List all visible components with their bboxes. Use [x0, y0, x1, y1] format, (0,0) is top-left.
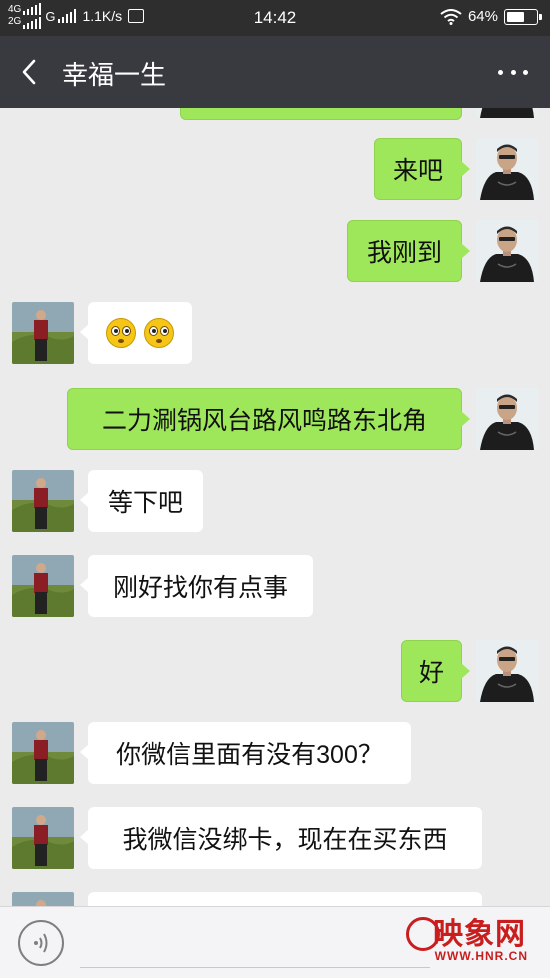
message-input[interactable]	[80, 967, 430, 968]
dizzy-emoji-icon	[106, 318, 136, 348]
message-text: 二力涮锅风台路风鸣路东北角	[101, 407, 427, 435]
avatar-other[interactable]	[12, 470, 74, 532]
watermark: 映象网 WWW.HNR.CN	[406, 909, 536, 975]
message-bubble[interactable]: 我微信没绑卡，现在在买东西	[80, 807, 482, 869]
message-bubble[interactable]: 二力涮锅风台路风鸣路东北角	[67, 388, 470, 450]
message-bubble[interactable]	[80, 302, 192, 364]
message-bubble[interactable]: 等下吧	[80, 470, 203, 532]
avatar-other[interactable]	[12, 302, 74, 364]
battery-icon	[504, 8, 542, 25]
message-bubble[interactable]: 好	[401, 640, 470, 702]
message-text: 你微信里面有没有300？	[116, 741, 383, 769]
status-bar: 4G 2G G 1.1K/s 14:42 64%	[0, 0, 550, 36]
message-text: 来吧	[392, 157, 443, 185]
avatar-self[interactable]	[476, 220, 538, 282]
avatar-other[interactable]	[12, 722, 74, 784]
watermark-url: WWW.HNR.CN	[434, 949, 528, 963]
dizzy-emoji-icon	[144, 318, 174, 348]
page-title: 幸福一生	[62, 60, 167, 90]
message-bubble[interactable]: 你微信里面有没有300？	[80, 722, 411, 784]
voice-input-button[interactable]	[18, 920, 64, 966]
voice-wave-icon	[34, 933, 48, 953]
watermark-title: 映象网	[433, 917, 526, 952]
more-dots-icon[interactable]	[498, 62, 528, 82]
message-bubble-partial	[88, 892, 482, 906]
avatar-self[interactable]	[476, 138, 538, 200]
message-bubble[interactable]: 我刚到	[347, 220, 470, 282]
message-bubble[interactable]: 刚好找你有点事	[80, 555, 313, 617]
message-text: 我微信没绑卡，现在在买东西	[122, 826, 448, 854]
message-text: 我刚到	[366, 239, 442, 267]
message-text: 等下吧	[107, 489, 183, 517]
input-bar: 映象网 WWW.HNR.CN	[0, 906, 550, 978]
battery-percent: 64%	[467, 8, 498, 25]
message-text: 刚好找你有点事	[112, 574, 288, 602]
avatar-other[interactable]	[12, 555, 74, 617]
chat-header: 幸福一生	[0, 36, 550, 108]
avatar-self[interactable]	[476, 388, 538, 450]
avatar-other[interactable]	[12, 892, 74, 906]
wifi-icon	[440, 8, 462, 25]
chat-area[interactable]: 来吧 我刚到 二力涮锅风台路风鸣路东北角 等下吧 刚好找你有点事 好 你微信里面…	[0, 108, 550, 906]
battery-fill	[507, 11, 524, 22]
chevron-left-icon[interactable]	[18, 58, 42, 86]
avatar-self[interactable]	[476, 640, 538, 702]
status-right: 64%	[440, 8, 542, 25]
message-bubble[interactable]: 来吧	[374, 138, 470, 200]
avatar-self[interactable]	[476, 108, 538, 118]
message-text: 好	[418, 659, 444, 687]
message-bubble-partial	[180, 108, 462, 120]
avatar-other[interactable]	[12, 807, 74, 869]
